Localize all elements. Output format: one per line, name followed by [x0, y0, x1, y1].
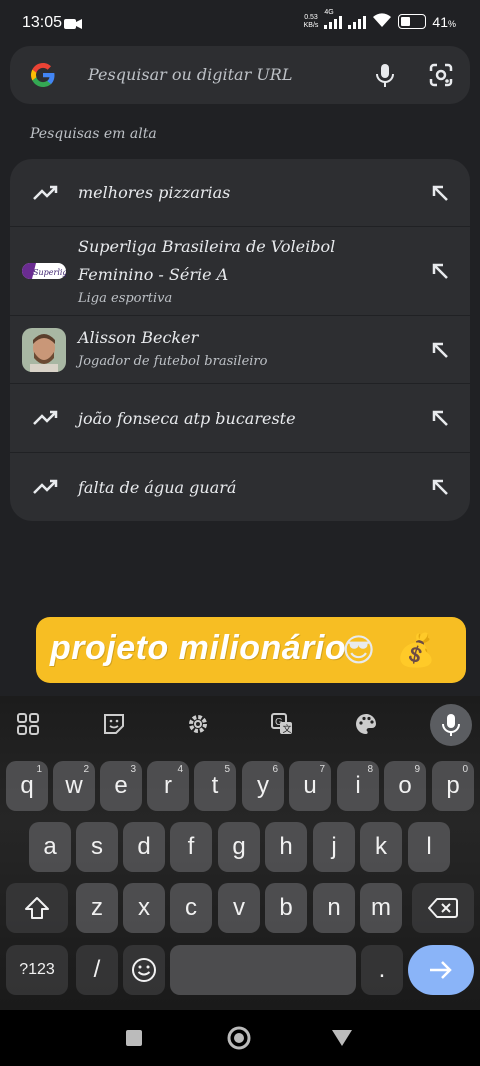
- apps-grid-icon[interactable]: [12, 708, 44, 740]
- alisson-photo: [22, 328, 66, 372]
- sunglasses-emoji-icon: 😎: [342, 631, 376, 669]
- shift-arrow-icon: [25, 897, 49, 919]
- theme-palette-icon[interactable]: [350, 708, 382, 740]
- key-v[interactable]: v: [218, 883, 260, 933]
- list-item[interactable]: melhores pizzarias: [10, 159, 470, 227]
- key-h[interactable]: h: [265, 822, 307, 872]
- home-circle-icon[interactable]: [226, 1025, 252, 1055]
- sticker-icon[interactable]: [98, 708, 130, 740]
- fill-query-arrow-icon[interactable]: [428, 181, 452, 205]
- list-item-title: melhores pizzarias: [78, 183, 231, 202]
- status-time: 13:05: [22, 14, 63, 31]
- key-n[interactable]: n: [313, 883, 355, 933]
- google-lens-icon[interactable]: [426, 60, 456, 90]
- recents-square-icon[interactable]: [125, 1029, 143, 1051]
- list-item[interactable]: joão fonseca atp bucareste: [10, 384, 470, 453]
- arrow-right-icon: [430, 961, 452, 979]
- signal-2-icon: [348, 15, 367, 29]
- fill-query-arrow-icon[interactable]: [428, 475, 452, 499]
- key-p[interactable]: p0: [432, 761, 474, 811]
- battery-level: 41%: [432, 13, 456, 30]
- key-b[interactable]: b: [265, 883, 307, 933]
- shift-key[interactable]: [6, 883, 68, 933]
- trending-up-icon: [28, 175, 64, 211]
- key-y[interactable]: y6: [242, 761, 284, 811]
- list-item-title: joão fonseca atp bucareste: [78, 409, 296, 428]
- keyboard-toolbar: G文: [0, 696, 480, 752]
- key-t[interactable]: t5: [194, 761, 236, 811]
- status-bar: 13:05 0.53 KB/s 4G 41%: [0, 0, 480, 48]
- symbols-key[interactable]: ?123: [6, 945, 68, 995]
- signal-1-icon: 4G: [324, 9, 343, 29]
- banner-text: projeto milionário: [50, 629, 347, 667]
- key-g[interactable]: g: [218, 822, 260, 872]
- key-k[interactable]: k: [360, 822, 402, 872]
- back-triangle-icon[interactable]: [331, 1029, 353, 1051]
- list-item[interactable]: Alisson Becker Jogador de futebol brasil…: [10, 316, 470, 384]
- trending-section-title: Pesquisas em alta: [30, 126, 157, 142]
- list-item-subtitle: Jogador de futebol brasileiro: [78, 354, 268, 369]
- search-input[interactable]: Pesquisar ou digitar URL: [88, 65, 292, 84]
- network-speed: 0.53 KB/s: [303, 13, 319, 29]
- emoji-key[interactable]: [123, 945, 165, 995]
- list-item[interactable]: Superliga Superliga Brasileira de Voleib…: [10, 227, 470, 316]
- svg-text:文: 文: [283, 723, 292, 734]
- space-key[interactable]: [170, 945, 356, 995]
- trending-up-icon: [28, 400, 64, 436]
- fill-query-arrow-icon[interactable]: [428, 406, 452, 430]
- trending-list: melhores pizzarias Superliga Superliga B…: [10, 159, 470, 521]
- key-j[interactable]: j: [313, 822, 355, 872]
- list-item-title: Superliga Brasileira de Voleibol Feminin…: [78, 237, 336, 284]
- on-screen-keyboard: G文 q1 w2 e3 r4 t5 y6 u7 i8 o9 p0 a s d f…: [0, 696, 480, 1010]
- key-u[interactable]: u7: [289, 761, 331, 811]
- key-r[interactable]: r4: [147, 761, 189, 811]
- key-x[interactable]: x: [123, 883, 165, 933]
- promo-banner: projeto milionário 😎 💰: [36, 617, 466, 683]
- wifi-icon: [372, 12, 392, 31]
- search-bar[interactable]: Pesquisar ou digitar URL: [10, 46, 470, 104]
- camera-recording-icon: [64, 17, 82, 35]
- key-e[interactable]: e3: [100, 761, 142, 811]
- system-navigation-bar: [0, 1010, 480, 1066]
- key-q[interactable]: q1: [6, 761, 48, 811]
- battery-icon: [398, 14, 427, 29]
- key-s[interactable]: s: [76, 822, 118, 872]
- backspace-key[interactable]: [412, 883, 474, 933]
- key-d[interactable]: d: [123, 822, 165, 872]
- key-z[interactable]: z: [76, 883, 118, 933]
- key-a[interactable]: a: [29, 822, 71, 872]
- key-i[interactable]: i8: [337, 761, 379, 811]
- status-icons: 0.53 KB/s 4G 41%: [303, 9, 456, 31]
- key-l[interactable]: l: [408, 822, 450, 872]
- key-m[interactable]: m: [360, 883, 402, 933]
- list-item-title: Alisson Becker: [78, 328, 199, 347]
- money-bag-emoji-icon: 💰: [396, 631, 436, 669]
- fill-query-arrow-icon[interactable]: [428, 259, 452, 283]
- fill-query-arrow-icon[interactable]: [428, 338, 452, 362]
- key-f[interactable]: f: [170, 822, 212, 872]
- list-item-subtitle: Liga esportiva: [78, 291, 173, 306]
- trending-up-icon: [28, 469, 64, 505]
- key-o[interactable]: o9: [384, 761, 426, 811]
- key-period[interactable]: .: [361, 945, 403, 995]
- enter-key[interactable]: [408, 945, 474, 995]
- list-item[interactable]: falta de água guará: [10, 453, 470, 521]
- emoji-smiley-icon: [132, 958, 156, 982]
- google-logo-icon: [30, 62, 56, 88]
- backspace-icon: [428, 898, 458, 918]
- list-item-title: falta de água guará: [78, 478, 237, 497]
- settings-gear-icon[interactable]: [182, 708, 214, 740]
- keyboard-voice-input-icon[interactable]: [430, 704, 472, 746]
- svg-text:Superliga: Superliga: [33, 268, 66, 277]
- superliga-logo: Superliga: [22, 253, 66, 289]
- translate-icon[interactable]: G文: [266, 708, 298, 740]
- voice-search-icon[interactable]: [370, 60, 400, 90]
- key-c[interactable]: c: [170, 883, 212, 933]
- key-w[interactable]: w2: [53, 761, 95, 811]
- key-slash[interactable]: /: [76, 945, 118, 995]
